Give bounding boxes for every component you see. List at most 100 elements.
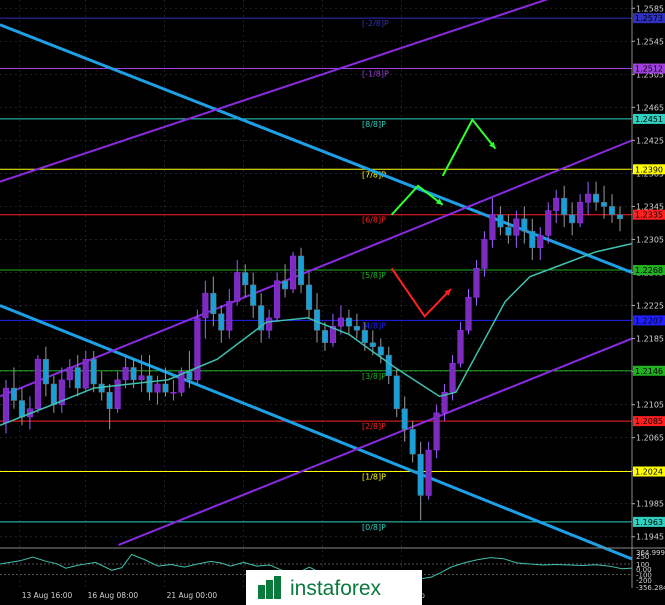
level-price-tag-label: 1.2085 bbox=[635, 417, 663, 426]
candle-body bbox=[2, 387, 10, 424]
candle-body bbox=[250, 284, 257, 306]
murray-level-label: [8/8]P bbox=[362, 120, 386, 129]
candle-body bbox=[537, 235, 544, 248]
candle-body bbox=[585, 193, 592, 203]
candle-body bbox=[457, 330, 464, 364]
candle-body bbox=[114, 379, 121, 409]
candle-body bbox=[42, 358, 49, 385]
price-tick-label: 1.2425 bbox=[636, 136, 664, 145]
level-price-tag-label: 1.1963 bbox=[635, 518, 663, 527]
candle-body bbox=[194, 317, 201, 381]
candle-body bbox=[577, 202, 584, 224]
murray-level-label: [5/8]P bbox=[362, 271, 386, 280]
candle-body bbox=[521, 218, 528, 232]
price-tick-label: 1.2105 bbox=[636, 401, 664, 410]
candle-body bbox=[497, 214, 504, 228]
candle-body bbox=[282, 280, 289, 290]
candle-body bbox=[529, 230, 536, 248]
level-price-tag-label: 1.2512 bbox=[635, 65, 663, 74]
time-tick-label: 16 Aug 08:00 bbox=[88, 591, 139, 600]
candle-body bbox=[90, 358, 97, 385]
candle-body bbox=[465, 297, 472, 331]
murray-level-label: [4/8]P bbox=[362, 321, 386, 330]
murray-level-label: [3/8]P bbox=[362, 372, 386, 381]
time-tick-label: 21 Aug 00:00 bbox=[167, 591, 218, 600]
murray-level-label: [6/8]P bbox=[362, 216, 386, 225]
candle-body bbox=[305, 284, 313, 310]
candle-body bbox=[553, 197, 560, 211]
candle-body bbox=[353, 325, 360, 331]
price-tick-label: 1.2185 bbox=[636, 335, 664, 344]
candle-body bbox=[361, 330, 368, 343]
candle-body bbox=[473, 268, 480, 298]
level-price-tag-label: 1.2146 bbox=[635, 367, 663, 376]
candle-body bbox=[401, 408, 408, 430]
candle-body bbox=[274, 280, 281, 319]
candle-body bbox=[202, 292, 209, 319]
candle-body bbox=[290, 255, 297, 290]
candle-body bbox=[234, 272, 241, 302]
candle-body bbox=[369, 342, 376, 348]
candle-body bbox=[377, 346, 384, 356]
candle-body bbox=[138, 375, 145, 381]
candle-body bbox=[505, 226, 512, 236]
cci-axis-label: -356.284 bbox=[636, 584, 665, 592]
candle-body bbox=[393, 375, 400, 409]
candle-body bbox=[34, 358, 41, 410]
candle-body bbox=[449, 363, 456, 393]
watermark-text: instaforex bbox=[290, 577, 382, 600]
candle-body bbox=[561, 197, 568, 215]
price-tick-label: 1.2545 bbox=[636, 37, 664, 46]
murray-level-label: [-1/8]P bbox=[362, 70, 389, 79]
candle-body bbox=[608, 206, 616, 215]
candle-body bbox=[297, 255, 305, 286]
candle-body bbox=[186, 371, 193, 381]
level-price-tag-label: 1.2451 bbox=[635, 115, 663, 124]
candle-body bbox=[210, 292, 217, 315]
level-price-tag-label: 1.2268 bbox=[635, 266, 663, 275]
murray-level-label: [0/8]P bbox=[362, 523, 386, 532]
time-tick-label: 13 Aug 16:00 bbox=[22, 591, 73, 600]
candle-body bbox=[345, 317, 352, 327]
level-price-tag-label: 1.2390 bbox=[635, 165, 663, 174]
candle-body bbox=[162, 383, 169, 393]
candle-body bbox=[226, 301, 233, 331]
candle-body bbox=[425, 449, 432, 496]
candle-body bbox=[616, 214, 624, 220]
candle-body bbox=[433, 412, 440, 451]
candle-body bbox=[266, 317, 273, 331]
candle-body bbox=[417, 453, 424, 496]
price-tick-label: 1.2225 bbox=[636, 302, 664, 311]
level-price-tag-label: 1.2024 bbox=[635, 468, 663, 477]
candle-body bbox=[242, 272, 249, 286]
candle-body bbox=[218, 313, 225, 331]
price-axis: 1.25851.25451.25051.24651.24251.23851.23… bbox=[631, 0, 665, 605]
level-price-tag-label: 1.2335 bbox=[635, 211, 663, 220]
price-tick-label: 1.2305 bbox=[636, 235, 664, 244]
candle-body bbox=[18, 400, 25, 418]
candle-body bbox=[50, 383, 57, 405]
forex-chart: [8/8]P[7/8]P[6/8]P[5/8]P[4/8]P[3/8]P[2/8… bbox=[0, 0, 665, 605]
candle-body bbox=[146, 375, 153, 393]
price-tick-label: 1.2465 bbox=[636, 103, 664, 112]
candle-body bbox=[593, 193, 600, 203]
level-price-tag-label: 1.2207 bbox=[635, 316, 663, 325]
candle-body bbox=[170, 391, 177, 394]
candle-body bbox=[569, 214, 576, 224]
murray-level-label: [2/8]P bbox=[362, 422, 386, 431]
candle-body bbox=[385, 354, 392, 376]
murray-level-label: [-2/8]P bbox=[362, 19, 389, 28]
candle-body bbox=[481, 239, 488, 269]
candle-body bbox=[321, 330, 329, 343]
cci-axis-label: 250 bbox=[636, 553, 649, 561]
candle-body bbox=[545, 210, 552, 236]
candle-body bbox=[66, 367, 73, 381]
candle-body bbox=[337, 317, 344, 327]
candle-body bbox=[513, 218, 520, 236]
price-tick-label: 1.1985 bbox=[636, 500, 664, 509]
price-tick-label: 1.2065 bbox=[636, 434, 664, 443]
candle-body bbox=[10, 387, 18, 401]
candle-body bbox=[601, 202, 608, 207]
candle-body bbox=[313, 309, 321, 331]
candle-body bbox=[154, 383, 161, 393]
